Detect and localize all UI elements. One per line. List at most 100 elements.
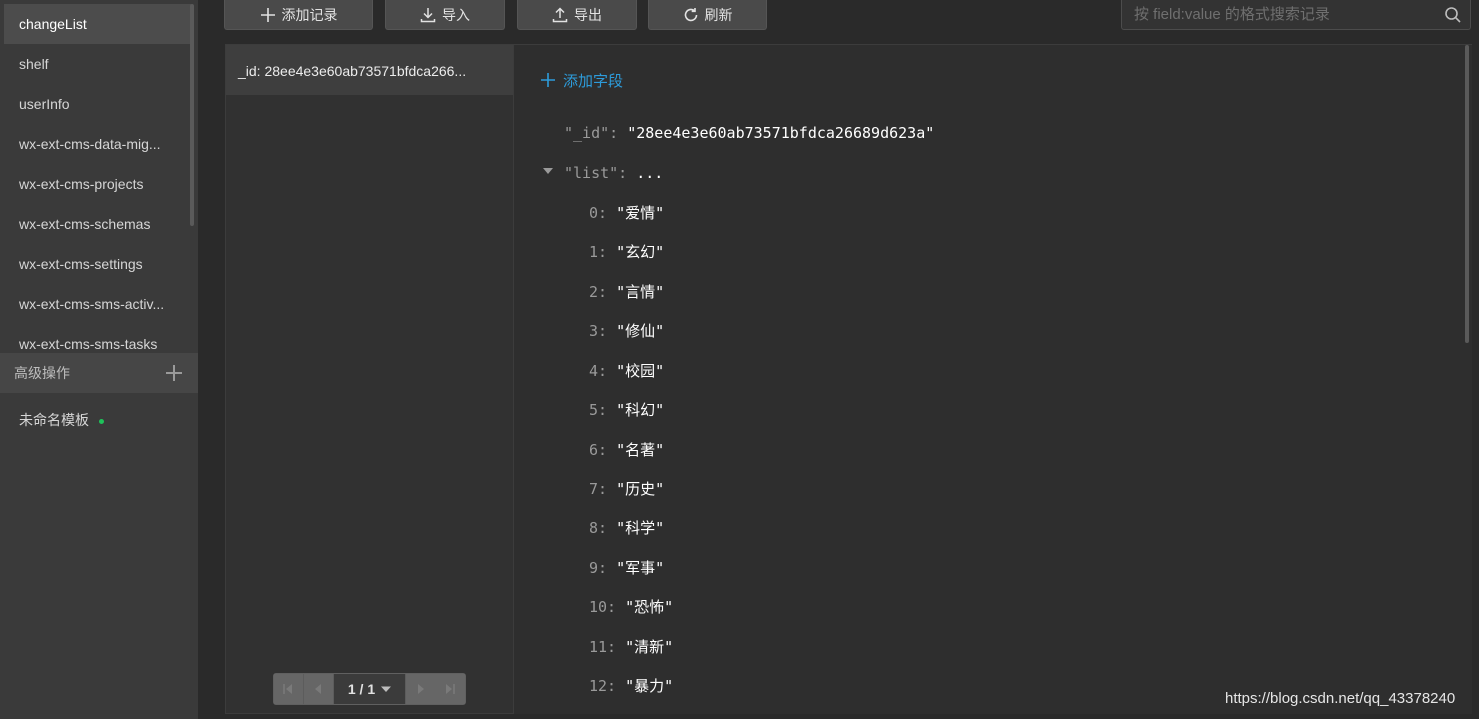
- list-value: "名著": [616, 441, 665, 459]
- page-indicator: 1 / 1: [347, 681, 376, 697]
- upload-icon: [552, 6, 568, 22]
- list-index: 9:: [589, 559, 608, 577]
- download-icon: [420, 7, 436, 22]
- search-input[interactable]: [1122, 0, 1432, 28]
- list-item[interactable]: 12: "暴力": [589, 675, 673, 697]
- advanced-ops-label: 高级操作: [14, 365, 70, 381]
- first-page-icon: [283, 684, 293, 694]
- field-row-list[interactable]: "list": ...: [543, 162, 664, 184]
- list-value: "校园": [616, 362, 665, 380]
- list-index: 4:: [589, 362, 608, 380]
- field-key: "list":: [564, 164, 628, 182]
- list-item[interactable]: 3: "修仙": [589, 320, 664, 342]
- record-detail-panel: 添加字段 "_id": "28ee4e3e60ab73571bfdca26689…: [514, 44, 1472, 714]
- refresh-button[interactable]: 刷新: [648, 0, 767, 30]
- template-label: 未命名模板: [19, 412, 89, 428]
- template-item-unnamed[interactable]: 未命名模板: [4, 400, 191, 440]
- refresh-icon: [684, 7, 697, 21]
- import-button[interactable]: 导入: [385, 0, 505, 30]
- list-value: "军事": [616, 559, 665, 577]
- collection-item-cms-settings[interactable]: wx-ext-cms-settings: [4, 244, 191, 284]
- add-field-label: 添加字段: [563, 72, 624, 90]
- plus-icon: [541, 73, 555, 87]
- sidebar: changeList shelf userInfo wx-ext-cms-dat…: [0, 0, 198, 719]
- plus-icon: [260, 7, 275, 22]
- list-value: "言情": [616, 283, 665, 301]
- record-item[interactable]: _id: 28ee4e3e60ab73571bfdca266...: [226, 45, 513, 95]
- chevron-down-icon: [381, 686, 392, 692]
- next-page-icon: [417, 684, 424, 694]
- list-index: 2:: [589, 283, 608, 301]
- page-select[interactable]: 1 / 1: [333, 674, 406, 704]
- export-button[interactable]: 导出: [517, 0, 637, 30]
- collection-item-userinfo[interactable]: userInfo: [4, 84, 191, 124]
- last-page-button[interactable]: [435, 674, 465, 704]
- add-record-label: 添加记录: [281, 6, 338, 23]
- record-list-panel: _id: 28ee4e3e60ab73571bfdca266... 1 / 1: [225, 44, 514, 714]
- list-index: 8:: [589, 519, 608, 537]
- list-value: "恐怖": [625, 598, 674, 616]
- pagination: 1 / 1: [273, 673, 466, 705]
- refresh-label: 刷新: [704, 6, 733, 23]
- list-item[interactable]: 7: "历史": [589, 478, 664, 500]
- list-value: "科幻": [616, 401, 665, 419]
- list-item[interactable]: 0: "爱情": [589, 202, 664, 224]
- list-item[interactable]: 11: "清新": [589, 636, 673, 658]
- list-value: "暴力": [625, 677, 674, 695]
- list-value: "科学": [616, 519, 665, 537]
- list-item[interactable]: 6: "名著": [589, 439, 664, 461]
- watermark: https://blog.csdn.net/qq_43378240: [1225, 690, 1456, 707]
- collection-item-shelf[interactable]: shelf: [4, 44, 191, 84]
- list-index: 0:: [589, 204, 608, 222]
- sidebar-scrollbar[interactable]: [190, 4, 194, 226]
- import-label: 导入: [442, 6, 470, 23]
- list-index: 12:: [589, 677, 617, 695]
- detail-scrollbar[interactable]: [1465, 45, 1469, 343]
- prev-page-icon: [315, 684, 322, 694]
- list-index: 5:: [589, 401, 608, 419]
- list-index: 7:: [589, 480, 608, 498]
- field-key: "_id":: [564, 124, 619, 142]
- collection-item-cms-data-mig[interactable]: wx-ext-cms-data-mig...: [4, 124, 191, 164]
- list-item[interactable]: 4: "校园": [589, 360, 664, 382]
- list-index: 10:: [589, 598, 617, 616]
- add-template-plus-icon[interactable]: [166, 365, 182, 381]
- search-icon[interactable]: [1444, 6, 1462, 24]
- list-value: "清新": [625, 638, 674, 656]
- list-item[interactable]: 10: "恐怖": [589, 596, 673, 618]
- list-index: 6:: [589, 441, 608, 459]
- add-field-button[interactable]: 添加字段: [540, 69, 623, 91]
- list-index: 11:: [589, 638, 617, 656]
- collection-item-cms-projects[interactable]: wx-ext-cms-projects: [4, 164, 191, 204]
- list-item[interactable]: 1: "玄幻": [589, 241, 664, 263]
- list-index: 1:: [589, 243, 608, 261]
- add-record-button[interactable]: 添加记录: [224, 0, 373, 30]
- list-value: "修仙": [616, 322, 665, 340]
- list-item[interactable]: 5: "科幻": [589, 399, 664, 421]
- field-value-collapsed: ...: [636, 164, 664, 182]
- list-value: "玄幻": [616, 243, 665, 261]
- advanced-ops-header: 高级操作: [0, 353, 198, 393]
- prev-page-button[interactable]: [303, 674, 334, 704]
- list-value: "爱情": [616, 204, 665, 222]
- field-value: "28ee4e3e60ab73571bfdca26689d623a": [627, 124, 935, 142]
- collection-item-cms-sms-activ[interactable]: wx-ext-cms-sms-activ...: [4, 284, 191, 324]
- next-page-button[interactable]: [405, 674, 436, 704]
- list-item[interactable]: 2: "言情": [589, 281, 664, 303]
- last-page-icon: [446, 684, 455, 694]
- first-page-button[interactable]: [274, 674, 304, 704]
- search-box: [1121, 0, 1471, 30]
- export-label: 导出: [574, 6, 602, 23]
- app-window: changeList shelf userInfo wx-ext-cms-dat…: [0, 0, 1479, 719]
- collection-item-cms-sms-tasks[interactable]: wx-ext-cms-sms-tasks: [4, 324, 191, 350]
- status-dot-icon: [99, 418, 104, 424]
- collection-item-changelist[interactable]: changeList: [4, 4, 191, 44]
- collapse-caret-icon[interactable]: [542, 165, 554, 177]
- collection-item-cms-schemas[interactable]: wx-ext-cms-schemas: [4, 204, 191, 244]
- list-value: "历史": [616, 480, 665, 498]
- list-item[interactable]: 9: "军事": [589, 557, 664, 579]
- list-index: 3:: [589, 322, 608, 340]
- collection-list: changeList shelf userInfo wx-ext-cms-dat…: [0, 0, 198, 350]
- list-item[interactable]: 8: "科学": [589, 517, 664, 539]
- field-row-id[interactable]: "_id": "28ee4e3e60ab73571bfdca26689d623a…: [564, 122, 934, 144]
